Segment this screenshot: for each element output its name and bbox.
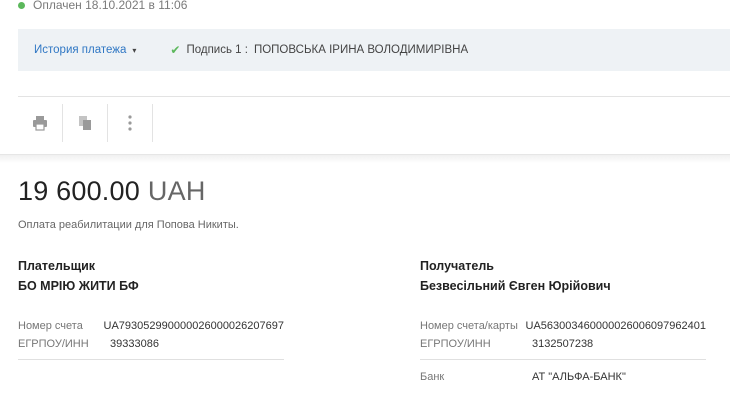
recipient-account-label: Номер счета/карты [420, 320, 518, 332]
payer-edrpou-value: 39333086 [110, 338, 159, 350]
print-button[interactable] [18, 104, 62, 142]
recipient-edrpou-row: ЕГРПОУ/ИНН 3132507238 [420, 335, 706, 353]
payment-history-band: История платежа ▾ ✔ Подпись 1 : ПОПОВСЬК… [18, 29, 730, 71]
amount-currency: UAH [147, 176, 206, 206]
payer-edrpou-row: ЕГРПОУ/ИНН 39333086 [18, 335, 284, 353]
copy-button[interactable] [63, 104, 107, 142]
copy-icon[interactable] [77, 115, 93, 131]
payer-section: Плательщик БО МРІЮ ЖИТИ БФ Номер счета U… [18, 259, 284, 360]
amount-value: 19 600.00 [18, 176, 140, 206]
payer-divider [18, 359, 284, 360]
payment-history-dropdown[interactable]: История платежа ▾ [34, 44, 136, 56]
payment-status: Оплачен 18.10.2021 в 11:06 [18, 0, 187, 13]
recipient-details: Номер счета/карты UA56300346000002600609… [420, 317, 706, 353]
payment-purpose: Оплата реабилитации для Попова Никиты. [18, 219, 239, 231]
payment-amount: 19 600.00 UAH [18, 176, 206, 207]
recipient-bank-label: Банк [420, 371, 445, 383]
toolbar-separator [152, 104, 153, 142]
recipient-bank-row: Банк АТ "АЛЬФА-БАНК" [420, 368, 706, 386]
signature-name: ПОПОВСЬКА ІРИНА ВОЛОДИМИРІВНА [253, 44, 469, 56]
signature-status: ✔ Подпись 1 : ПОПОВСЬКА ІРИНА ВОЛОДИМИРІ… [170, 43, 468, 57]
payment-details-page: Оплачен 18.10.2021 в 11:06 История плате… [0, 0, 730, 400]
payer-account-label: Номер счета [18, 320, 83, 332]
recipient-edrpou-label: ЕГРПОУ/ИНН [420, 338, 491, 350]
more-vertical-icon[interactable] [127, 114, 133, 132]
recipient-edrpou-value: 3132507238 [532, 338, 594, 350]
toolbar-divider [18, 96, 730, 97]
payment-history-label[interactable]: История платежа [34, 44, 126, 56]
status-dot-icon [18, 1, 25, 9]
payer-edrpou-label: ЕГРПОУ/ИНН [18, 338, 89, 350]
action-toolbar [18, 104, 153, 142]
recipient-title: Получатель [420, 259, 494, 273]
recipient-account-row: Номер счета/карты UA56300346000002600609… [420, 317, 706, 335]
payer-name: БО МРІЮ ЖИТИ БФ [18, 279, 139, 293]
recipient-name: Безвесільний Євген Юрійович [420, 279, 611, 293]
recipient-divider [420, 359, 706, 360]
payment-status-text: Оплачен 18.10.2021 в 11:06 [33, 0, 188, 12]
signature-label: Подпись 1 : [186, 44, 248, 56]
payer-details: Номер счета UA79305299000002600002620769… [18, 317, 284, 353]
caret-down-icon[interactable]: ▾ [132, 46, 136, 55]
print-icon[interactable] [32, 115, 48, 131]
more-actions-button[interactable] [108, 104, 152, 142]
payer-title: Плательщик [18, 259, 96, 273]
recipient-account-value: UA563003460000026006097962401 [525, 320, 706, 332]
check-icon: ✔ [170, 43, 181, 57]
recipient-bank-value: АТ "АЛЬФА-БАНК" [532, 371, 626, 383]
content-divider [0, 154, 730, 163]
payer-account-row: Номер счета UA79305299000002600002620769… [18, 317, 284, 335]
recipient-section: Получатель Безвесільний Євген Юрійович Н… [420, 259, 706, 386]
payer-account-value: UA793052990000026000026207697 [103, 320, 284, 332]
